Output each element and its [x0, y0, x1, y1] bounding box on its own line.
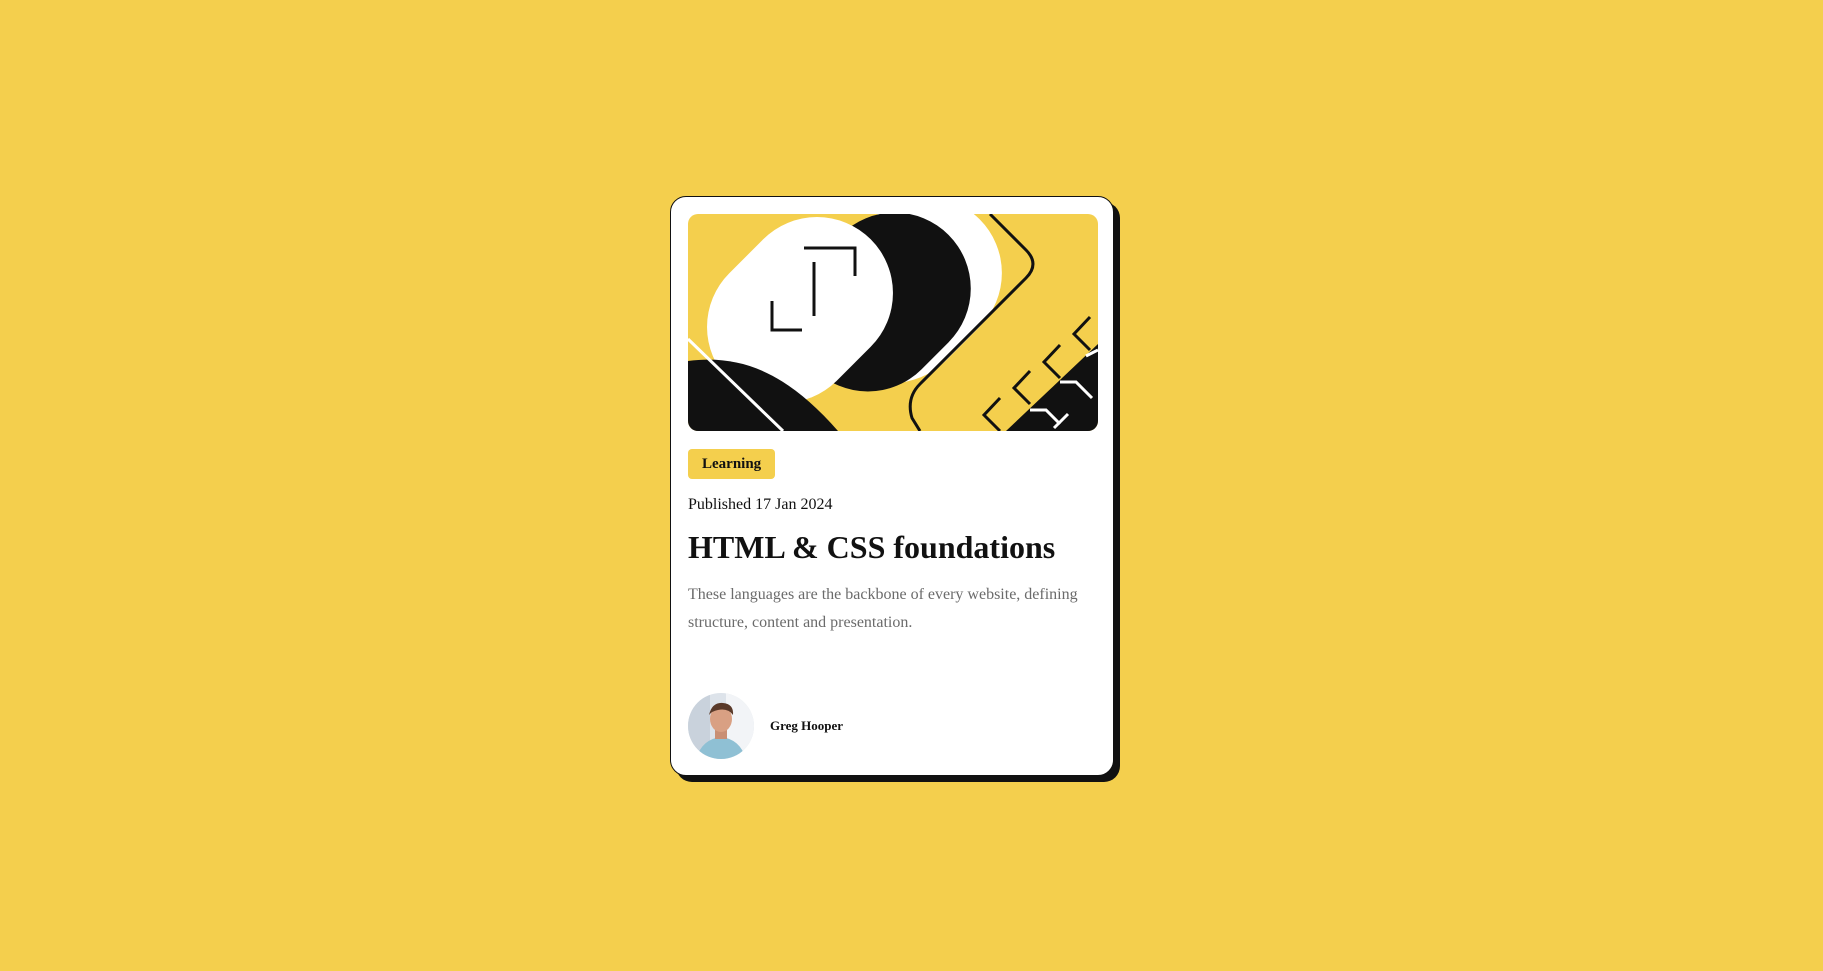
author-avatar	[688, 693, 754, 759]
card-title[interactable]: HTML & CSS foundations	[688, 527, 1096, 567]
author-name[interactable]: Greg Hooper	[770, 718, 843, 734]
category-tag[interactable]: Learning	[688, 449, 776, 479]
published-date: Published 17 Jan 2024	[688, 496, 833, 513]
card-description: These languages are the backbone of ever…	[688, 586, 1078, 631]
blog-preview-card: Learning Published 17 Jan 2024 HTML & CS…	[670, 196, 1114, 776]
hero-illustration	[688, 214, 1098, 431]
author-row: Greg Hooper	[688, 693, 1096, 759]
